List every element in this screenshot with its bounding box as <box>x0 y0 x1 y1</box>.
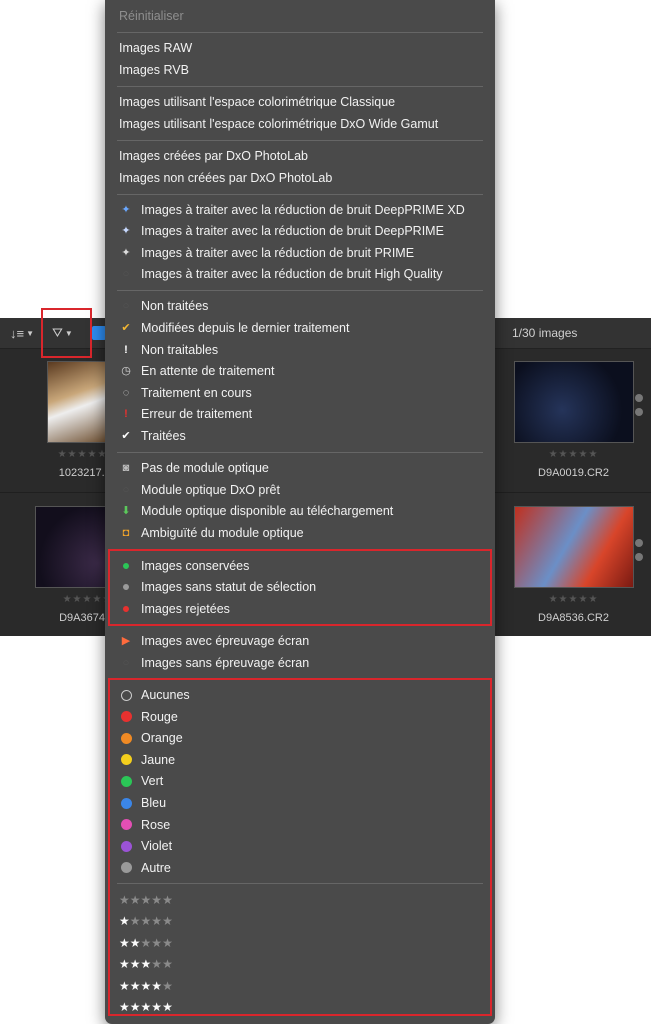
image-count: 1/30 images <box>512 326 578 340</box>
menu-item-no-softproof[interactable]: ○ Images sans épreuvage écran <box>119 653 310 673</box>
menu-item-not-processable[interactable]: ! Non traitables <box>119 340 218 360</box>
selection-status-highlight <box>108 549 492 626</box>
status-dots <box>635 394 643 422</box>
status-dots <box>635 539 643 567</box>
menu-item-optics-module-ambiguity[interactable]: ◘ Ambiguïté du module optique <box>119 523 304 543</box>
menu-item-prime[interactable]: ✦ Images à traiter avec la réduction de b… <box>119 243 414 263</box>
menu-item-deepprime[interactable]: ✦ Images à traiter avec la réduction de b… <box>119 221 444 241</box>
menu-item-modified[interactable]: ✔ Modifiées depuis le dernier traitement <box>119 318 349 338</box>
star-small-icon: ✦ <box>121 247 131 259</box>
menu-item-optics-module-download[interactable]: ⬇ Module optique disponible au télécharge… <box>119 501 393 521</box>
menu-item-processed[interactable]: ✔ Traitées <box>119 426 185 446</box>
blank-icon: ○ <box>122 657 130 669</box>
spinner-icon: ◌ <box>122 387 130 399</box>
blank-icon: ○ <box>122 300 130 312</box>
check-icon: ✔ <box>121 430 131 442</box>
sort-icon: ↓≡ <box>10 325 25 341</box>
clock-icon: ◷ <box>121 365 131 377</box>
menu-item-created-by-photolab[interactable]: Images créées par DxO PhotoLab <box>119 146 308 166</box>
menu-item-reset[interactable]: Réinitialiser <box>119 6 184 26</box>
error-icon: ! <box>124 408 128 420</box>
blank-icon: ○ <box>122 484 130 496</box>
blank-icon: ○ <box>122 268 130 280</box>
color-rating-highlight <box>108 678 492 1016</box>
menu-item-pending[interactable]: ◷ En attente de traitement <box>119 361 274 381</box>
menu-item-deepprime-xd[interactable]: ✦ Images à traiter avec la réduction de b… <box>119 200 464 220</box>
sparkle-icon: ✦ <box>121 225 131 237</box>
thumbnail-cell[interactable]: ★★★★★ D9A0019.CR2 <box>496 349 651 491</box>
menu-item-high-quality[interactable]: ○ Images à traiter avec la réduction de b… <box>119 264 443 284</box>
menu-item-classic-colorspace[interactable]: Images utilisant l'espace colorimétrique… <box>119 92 395 112</box>
thumbnail-image[interactable] <box>513 361 634 443</box>
menu-item-softproof[interactable]: ▶ Images avec épreuvage écran <box>119 631 309 651</box>
menu-item-error[interactable]: ! Erreur de traitement <box>119 404 252 424</box>
thumbnail-cell[interactable]: ★★★★★ D9A8536.CR2 <box>496 494 651 636</box>
check-orange-icon: ✔ <box>121 322 131 334</box>
menu-item-rgb[interactable]: Images RVB <box>119 60 189 80</box>
exclamation-icon: ! <box>124 344 128 356</box>
menu-item-not-processed[interactable]: ○ Non traitées <box>119 296 209 316</box>
menu-item-raw[interactable]: Images RAW <box>119 38 192 58</box>
sparkle-xd-icon: ✦ <box>121 204 131 216</box>
menu-item-not-created-by-photolab[interactable]: Images non créées par DxO PhotoLab <box>119 168 332 188</box>
menu-item-widegamut-colorspace[interactable]: Images utilisant l'espace colorimétrique… <box>119 114 438 134</box>
chevron-down-icon: ▼ <box>26 328 35 338</box>
menu-item-in-progress[interactable]: ◌ Traitement en cours <box>119 383 252 403</box>
rating-stars[interactable]: ★★★★★ <box>496 449 651 460</box>
rating-stars[interactable]: ★★★★★ <box>496 594 651 605</box>
thumbnail-filename: D9A0019.CR2 <box>538 467 609 479</box>
camera-icon: ◙ <box>122 462 130 474</box>
menu-item-no-optics-module[interactable]: ◙ Pas de module optique <box>119 458 269 478</box>
thumbnail-image[interactable] <box>513 506 634 588</box>
softproof-icon: ▶ <box>121 635 131 647</box>
menu-item-optics-module-ready[interactable]: ○ Module optique DxO prêt <box>119 480 280 500</box>
thumbnail-image[interactable] <box>47 361 113 443</box>
question-icon: ◘ <box>122 527 130 539</box>
folder-icon[interactable] <box>92 326 106 340</box>
sort-button[interactable]: ↓≡ ▼ <box>10 323 34 343</box>
thumbnail-filename: D9A8536.CR2 <box>538 612 609 624</box>
download-icon: ⬇ <box>121 505 131 517</box>
